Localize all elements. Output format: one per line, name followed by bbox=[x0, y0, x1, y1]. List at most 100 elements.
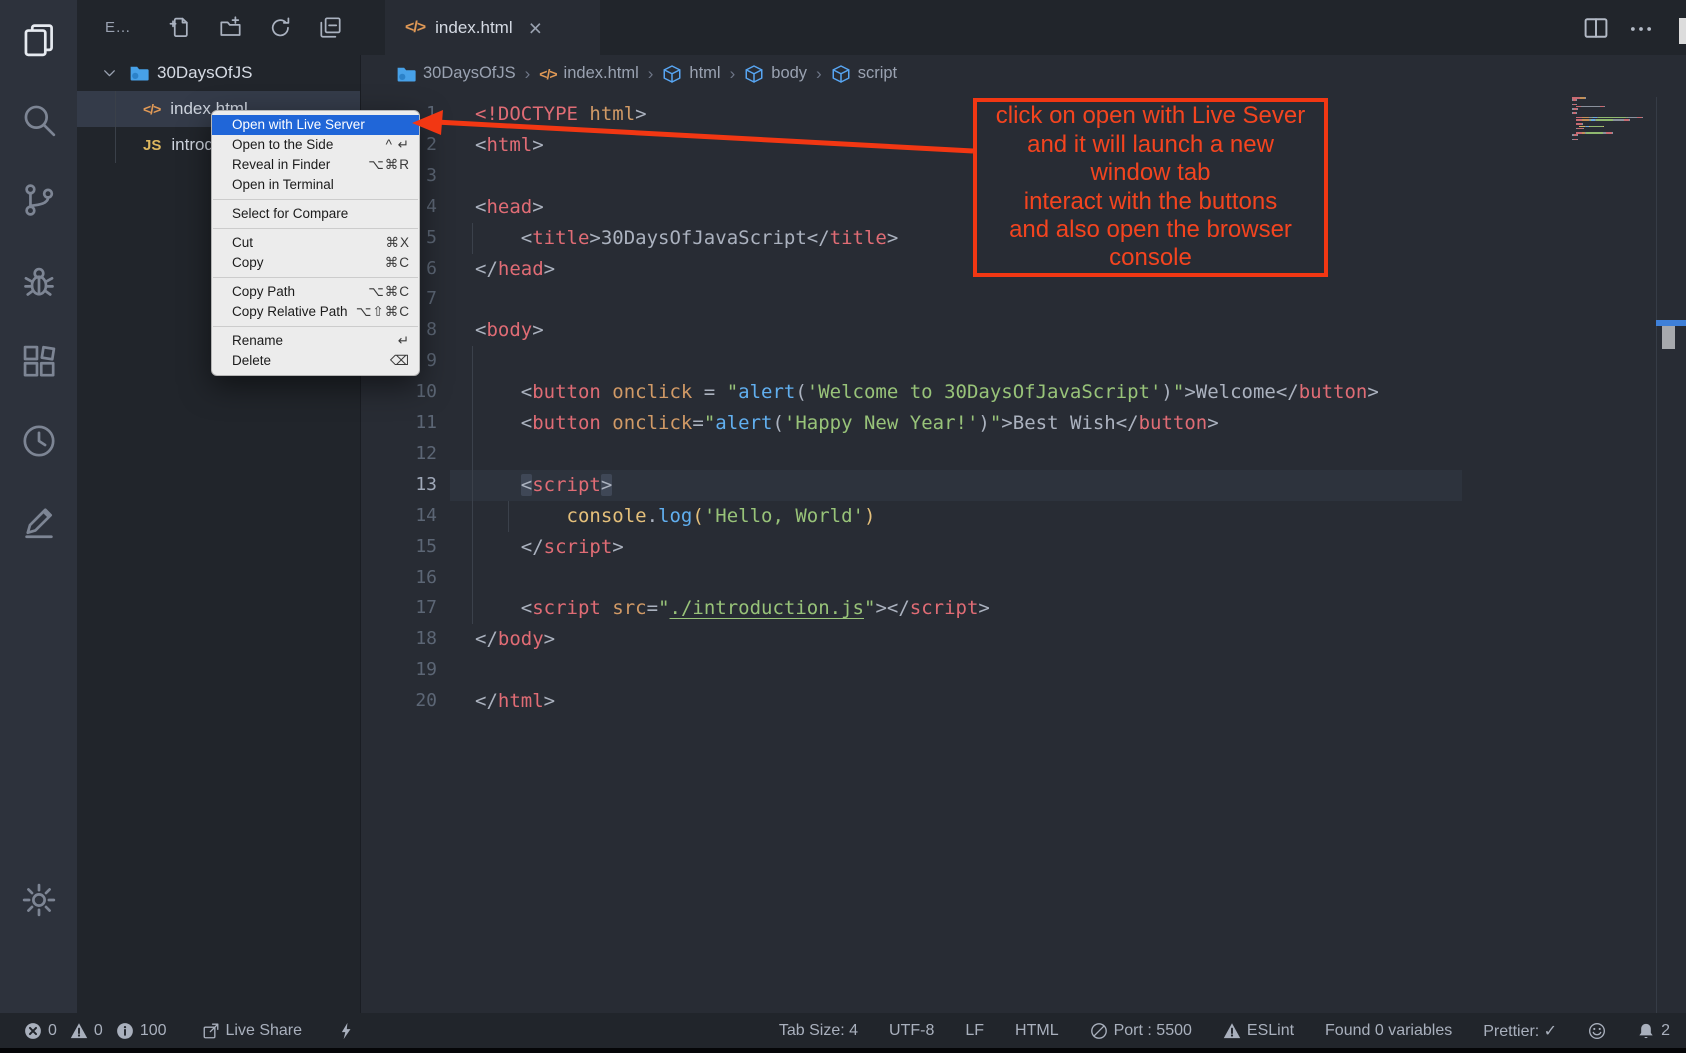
breadcrumb-separator: › bbox=[648, 64, 654, 84]
status-item-html[interactable]: HTML bbox=[1015, 1022, 1059, 1040]
menu-item-label: Open to the Side bbox=[232, 135, 333, 155]
menu-item-reveal-in-finder[interactable]: Reveal in Finder⌥⌘R bbox=[212, 155, 419, 175]
html-file-icon: </> bbox=[405, 19, 425, 37]
line-number: 18 bbox=[360, 624, 437, 655]
line-number: 19 bbox=[360, 655, 437, 686]
menu-item-open-to-the-side[interactable]: Open to the Side^ ↵ bbox=[212, 135, 419, 155]
code-line-12[interactable]: 12 bbox=[360, 439, 1656, 470]
js-file-icon: JS bbox=[143, 137, 161, 154]
menu-item-label: Open in Terminal bbox=[232, 175, 334, 195]
breadcrumb-label: index.html bbox=[564, 64, 639, 83]
status-item-100[interactable]: 100 bbox=[116, 1022, 167, 1040]
status-item-0[interactable]: 0 bbox=[24, 1022, 57, 1040]
status-item-tab-size-4[interactable]: Tab Size: 4 bbox=[779, 1022, 858, 1040]
status-item-smiley[interactable] bbox=[1588, 1022, 1606, 1040]
code-line-11[interactable]: 11 <button onclick="alert('Happy New Yea… bbox=[360, 408, 1656, 439]
collapse-all-icon[interactable] bbox=[319, 16, 342, 39]
menu-item-label: Select for Compare bbox=[232, 204, 348, 224]
line-number: 10 bbox=[360, 377, 437, 408]
status-item-live-share[interactable]: Live Share bbox=[202, 1022, 303, 1040]
status-label: 100 bbox=[140, 1022, 167, 1040]
menu-item-label: Reveal in Finder bbox=[232, 155, 330, 175]
split-editor-icon[interactable] bbox=[1583, 15, 1609, 41]
menu-item-copy-path[interactable]: Copy Path⌥⌘C bbox=[212, 282, 419, 302]
folder-icon bbox=[396, 64, 416, 84]
breadcrumb-item-index.html[interactable]: </> index.html bbox=[539, 64, 638, 83]
status-item-lf[interactable]: LF bbox=[965, 1022, 984, 1040]
code-line-14[interactable]: 14 console.log('Hello, World') bbox=[360, 501, 1656, 532]
status-item-utf-8[interactable]: UTF-8 bbox=[889, 1022, 934, 1040]
menu-item-label: Cut bbox=[232, 233, 253, 253]
bottom-strip bbox=[0, 1048, 1686, 1053]
code-line-13[interactable]: 13 <script> bbox=[360, 470, 1656, 501]
code-text: </script> bbox=[475, 532, 624, 563]
code-line-10[interactable]: 10 <button onclick = "alert('Welcome to … bbox=[360, 377, 1656, 408]
annotation-line: console bbox=[977, 244, 1324, 272]
status-label: Found 0 variables bbox=[1325, 1022, 1452, 1040]
refresh-icon[interactable] bbox=[269, 16, 292, 39]
code-line-8[interactable]: 8<body> bbox=[360, 315, 1656, 346]
code-line-15[interactable]: 15 </script> bbox=[360, 532, 1656, 563]
menu-item-cut[interactable]: Cut ⌘X bbox=[212, 233, 419, 253]
code-line-20[interactable]: 20</html> bbox=[360, 686, 1656, 717]
breadcrumb-item-html[interactable]: html bbox=[662, 64, 720, 84]
smiley-icon bbox=[1588, 1022, 1606, 1040]
status-item-2[interactable]: 2 bbox=[1637, 1022, 1670, 1040]
menu-item-delete[interactable]: Delete⌫ bbox=[212, 351, 419, 371]
bell-icon bbox=[1637, 1022, 1655, 1040]
code-line-19[interactable]: 19 bbox=[360, 655, 1656, 686]
menu-item-rename[interactable]: Rename↵ bbox=[212, 331, 419, 351]
status-item-bolt[interactable] bbox=[337, 1022, 355, 1040]
breadcrumb-item-30DaysOfJS[interactable]: 30DaysOfJS bbox=[396, 64, 516, 84]
menu-item-copy[interactable]: Copy⌘C bbox=[212, 253, 419, 273]
symbol-cube-icon bbox=[744, 64, 764, 84]
html-file-icon: </> bbox=[143, 101, 160, 117]
code-line-9[interactable]: 9 bbox=[360, 346, 1656, 377]
status-right: Tab Size: 4 UTF-8 LF HTML Port : 5500 ESLint F… bbox=[779, 1021, 1686, 1041]
status-item-0[interactable]: 0 bbox=[70, 1022, 103, 1040]
scrollbar-thumb[interactable] bbox=[1662, 326, 1675, 349]
minimap-line bbox=[1572, 99, 1577, 101]
status-item-found-0-variables[interactable]: Found 0 variables bbox=[1325, 1022, 1452, 1040]
activity-bar bbox=[0, 0, 77, 1013]
history-icon[interactable] bbox=[0, 401, 77, 481]
error-icon bbox=[24, 1022, 42, 1040]
files-icon[interactable] bbox=[0, 0, 77, 80]
menu-item-open-in-terminal[interactable]: Open in Terminal bbox=[212, 175, 419, 195]
menu-item-label: Copy Path bbox=[232, 282, 295, 302]
code-text: <script src="./introduction.js"></script… bbox=[475, 593, 990, 624]
source-control-icon[interactable] bbox=[0, 160, 77, 240]
status-item-port-5500[interactable]: Port : 5500 bbox=[1090, 1022, 1192, 1040]
code-line-18[interactable]: 18</body> bbox=[360, 624, 1656, 655]
new-file-icon[interactable] bbox=[169, 16, 192, 39]
pen-icon[interactable] bbox=[0, 481, 77, 561]
code-line-7[interactable]: 7 bbox=[360, 284, 1656, 315]
share-icon bbox=[202, 1022, 220, 1040]
search-icon[interactable] bbox=[0, 80, 77, 160]
menu-separator bbox=[213, 277, 418, 278]
html-file-icon: </> bbox=[539, 66, 556, 82]
debug-icon[interactable] bbox=[0, 241, 77, 321]
extensions-icon[interactable] bbox=[0, 321, 77, 401]
menu-item-select-for-compare[interactable]: Select for Compare bbox=[212, 204, 419, 224]
status-label: Prettier: ✓ bbox=[1483, 1021, 1557, 1041]
warning-icon bbox=[70, 1022, 88, 1040]
tab-index-html[interactable]: </> index.html × bbox=[385, 0, 600, 55]
code-line-17[interactable]: 17 <script src="./introduction.js"></scr… bbox=[360, 593, 1656, 624]
menu-item-open-with-live-server[interactable]: Open with Live Server bbox=[212, 115, 419, 135]
new-folder-icon[interactable] bbox=[219, 16, 242, 39]
status-item-prettier-[interactable]: Prettier: ✓ bbox=[1483, 1021, 1557, 1041]
folder-row-30daysofjs[interactable]: 30DaysOfJS bbox=[77, 55, 360, 91]
close-icon[interactable]: × bbox=[529, 18, 542, 38]
gear-icon[interactable] bbox=[0, 860, 77, 940]
status-item-eslint[interactable]: ESLint bbox=[1223, 1022, 1294, 1040]
breadcrumb-item-body[interactable]: body bbox=[744, 64, 807, 84]
menu-item-copy-relative-path[interactable]: Copy Relative Path⌥⇧⌘C bbox=[212, 302, 419, 322]
minimap[interactable] bbox=[1566, 97, 1654, 147]
menu-item-shortcut: ⌘X bbox=[385, 233, 410, 253]
annotation-line: window tab bbox=[977, 159, 1324, 187]
breadcrumb-item-script[interactable]: script bbox=[831, 64, 897, 84]
minimap-line bbox=[1572, 112, 1577, 114]
code-line-16[interactable]: 16 bbox=[360, 563, 1656, 594]
more-actions-icon[interactable] bbox=[1628, 16, 1654, 42]
